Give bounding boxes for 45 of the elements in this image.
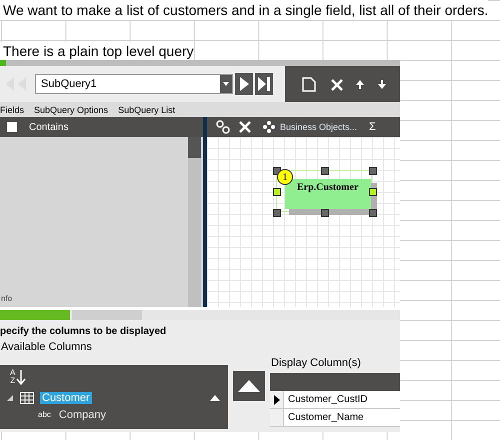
play-icon[interactable] [235,73,253,95]
sheet-text: We want to make a list of customers and in a single field, list all of their orders. [0,0,488,20]
resize-handle[interactable] [369,167,377,175]
expanded-icon[interactable] [6,394,14,402]
resize-handle[interactable] [321,167,329,175]
panel-label: nfo [1,294,12,303]
collapse-arrow-icon[interactable] [210,394,220,400]
close-icon[interactable] [239,119,251,135]
sum-button[interactable]: Σ [369,121,376,133]
instruction-text: pecify the columns to be displayed [0,326,168,337]
link-icon[interactable] [215,119,231,135]
sheet-text: There is a plain top level query [0,42,194,60]
resize-handle[interactable] [369,188,377,196]
table-node[interactable]: Erp.Customer [285,179,371,209]
resize-handle[interactable] [369,209,377,217]
caret-icon [223,82,229,86]
checkbox[interactable] [7,122,17,132]
business-objects-button[interactable]: Business Objects... [259,121,362,133]
menu-item[interactable]: Fields [0,104,24,114]
section-title: Available Columns [1,341,93,353]
query-dropdown[interactable]: SubQuery1 [35,74,233,94]
tree-item[interactable]: Company [56,408,108,420]
current-row-icon [274,394,280,404]
section-title: Display Column(s) [271,357,362,369]
table-cell-text: Customer_CustID [287,394,368,405]
resize-handle[interactable] [273,167,281,175]
move-up-button[interactable] [233,371,265,401]
resize-handle[interactable] [321,209,329,217]
resize-handle[interactable] [273,188,281,196]
table-cell-text: Customer_Name [287,412,364,423]
number-badge: 1 [277,169,293,185]
up-triangle-icon [238,380,260,392]
menu-item[interactable]: SubQuery List [118,104,176,114]
type-tag: abc [38,410,51,419]
checkbox-label: Contains [29,122,68,132]
row-selector[interactable] [270,391,284,408]
status-indicator [0,60,6,66]
table-icon [20,392,34,404]
scrollbar[interactable] [188,137,201,307]
down-arrow-icon [16,369,26,385]
resize-handle[interactable] [273,209,281,217]
nodes-icon [263,121,275,133]
sort-button[interactable]: A Z [10,369,26,385]
skip-end-icon[interactable] [255,73,273,95]
menu-item[interactable]: SubQuery Options [34,104,108,114]
